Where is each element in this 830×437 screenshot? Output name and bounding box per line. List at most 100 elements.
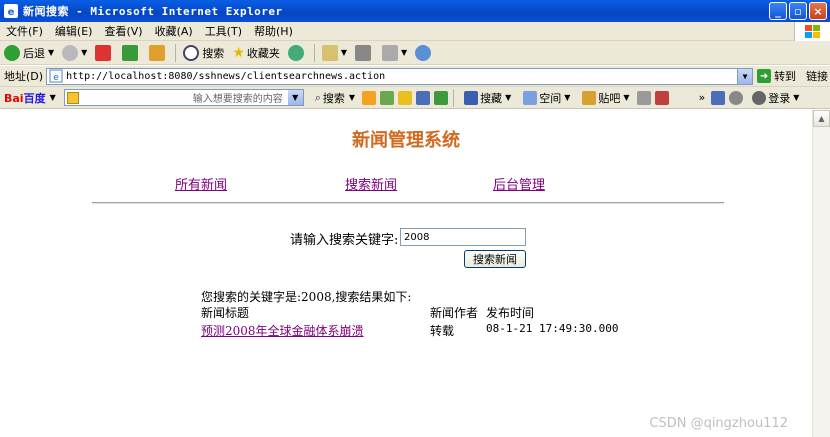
messenger-icon: [415, 44, 432, 61]
ie-logo-icon: e: [4, 4, 18, 18]
divider: [92, 202, 724, 204]
go-button[interactable]: ➜ 转到: [757, 68, 796, 84]
menu-bar: 文件(F) 编辑(E) 查看(V) 收藏(A) 工具(T) 帮助(H): [0, 22, 830, 41]
search-button[interactable]: 搜索: [179, 44, 228, 61]
search-news-button[interactable]: 搜索新闻: [464, 250, 526, 268]
mail-icon: [321, 44, 338, 61]
news-title-link[interactable]: 预测2008年全球金融体系崩溃: [201, 322, 364, 339]
page-icon: e: [49, 69, 63, 83]
tieba-icon: [582, 90, 597, 105]
media-button[interactable]: [284, 44, 311, 61]
windows-flag-icon: [794, 22, 830, 41]
page-content: 新闻管理系统 所有新闻 搜索新闻 后台管理 请输入搜索关键字: 搜索新闻 您搜索…: [0, 110, 812, 437]
column-header-author: 新闻作者: [430, 306, 479, 320]
baidu-bookmark-button[interactable]: 搜藏 ▼: [457, 90, 516, 106]
menu-help[interactable]: 帮助(H): [248, 23, 299, 39]
back-arrow-icon: [4, 44, 20, 61]
chevron-more-icon[interactable]: »: [699, 91, 706, 104]
messenger-button[interactable]: [411, 44, 438, 61]
search-keyword-input[interactable]: [400, 228, 526, 246]
baidu-menu-dropdown-icon[interactable]: ▼: [50, 93, 56, 102]
watermark: CSDN @qingzhou112: [649, 416, 788, 431]
menu-tools[interactable]: 工具(T): [199, 23, 248, 39]
baidu-search-placeholder: 输入想要搜索的内容: [192, 94, 283, 105]
svg-text:e: e: [8, 7, 15, 18]
search-label: 搜索: [202, 46, 225, 60]
menu-file[interactable]: 文件(F): [0, 23, 49, 39]
baidu-login-button[interactable]: 登录 ▼: [745, 90, 804, 106]
refresh-button[interactable]: [118, 44, 145, 61]
standard-toolbar: 后退 ▼ ▼ 搜索 ★ 收藏夹 ▼ ▼: [0, 41, 830, 65]
result-summary: 您搜索的关键字是:2008,搜索结果如下:: [201, 290, 412, 304]
address-url: http://localhost:8080/sshnews/clientsear…: [66, 70, 386, 82]
menu-favorites[interactable]: 收藏(A): [149, 23, 199, 39]
address-bar: 地址(D) e http://localhost:8080/sshnews/cl…: [0, 66, 830, 87]
edit-button[interactable]: ▼: [378, 44, 411, 61]
forward-arrow-icon: [62, 44, 79, 61]
title-bar: e 新闻搜索 - Microsoft Internet Explorer _ ▫…: [0, 0, 830, 22]
baidu-search-input[interactable]: 输入想要搜索的内容 ▼: [63, 89, 304, 106]
printer-icon: [355, 44, 372, 61]
toolbar-icon-7[interactable]: [654, 90, 669, 105]
go-arrow-icon: ➜: [757, 69, 772, 83]
home-button[interactable]: [145, 44, 172, 61]
toolbar-icon-6[interactable]: [636, 90, 651, 105]
address-input[interactable]: e http://localhost:8080/sshnews/clientse…: [46, 67, 754, 85]
baidu-search-type-icon: [66, 91, 79, 104]
scroll-up-icon[interactable]: ▲: [813, 110, 830, 127]
forward-button[interactable]: ▼: [58, 44, 91, 61]
news-author: 转载: [430, 324, 455, 338]
toolbar-icon-8[interactable]: [711, 90, 726, 105]
minimize-button[interactable]: _: [769, 2, 787, 20]
toolbar-icon-5[interactable]: [434, 90, 449, 105]
baidu-tieba-button[interactable]: 贴吧 ▼: [575, 90, 634, 106]
toolbar-icon-3[interactable]: [398, 90, 413, 105]
go-label: 转到: [774, 70, 797, 83]
maximize-button[interactable]: ▫: [789, 2, 807, 20]
nav-admin[interactable]: 后台管理: [493, 174, 545, 193]
baidu-toolbar: Bai百度 ▼ 输入想要搜索的内容 ▼ ⌕ 搜索 ▼ 搜藏 ▼ 空间 ▼ 贴吧 ▼ »…: [0, 87, 830, 109]
menu-view[interactable]: 查看(V): [98, 23, 148, 39]
baidu-space-button[interactable]: 空间 ▼: [516, 90, 575, 106]
back-button[interactable]: 后退 ▼: [0, 44, 58, 61]
nav-all-news[interactable]: 所有新闻: [175, 174, 227, 193]
print-button[interactable]: [351, 44, 378, 61]
baidu-logo[interactable]: Bai百度: [0, 90, 46, 106]
stop-button[interactable]: [91, 44, 118, 61]
news-publish-time: 08-1-21 17:49:30.000: [486, 322, 619, 335]
stop-icon: [95, 44, 112, 61]
column-header-time: 发布时间: [486, 306, 535, 320]
favorites-button[interactable]: ★ 收藏夹: [228, 45, 284, 61]
nav-search-news[interactable]: 搜索新闻: [345, 174, 397, 193]
address-label: 地址(D): [4, 70, 44, 83]
magnifier-icon: ⌕: [314, 90, 321, 104]
edit-icon: [382, 44, 399, 61]
column-header-title: 新闻标题: [201, 306, 250, 320]
refresh-icon: [122, 44, 139, 61]
svg-text:e: e: [53, 73, 59, 83]
vertical-scrollbar[interactable]: ▲: [812, 110, 830, 437]
star-icon: ★: [232, 44, 245, 61]
page-title: 新闻管理系统: [352, 130, 460, 151]
search-keyword-label: 请输入搜索关键字:: [290, 233, 399, 248]
mail-button[interactable]: ▼: [318, 44, 351, 61]
window-title: 新闻搜索 - Microsoft Internet Explorer: [23, 5, 283, 18]
menu-edit[interactable]: 编辑(E): [49, 23, 99, 39]
favorites-label: 收藏夹: [246, 46, 280, 60]
toolbar-icon-1[interactable]: [362, 90, 377, 105]
address-dropdown-icon[interactable]: ▼: [737, 68, 753, 84]
toolbar-icon-4[interactable]: [416, 90, 431, 105]
back-label: 后退: [23, 46, 45, 60]
magnifier-icon: [183, 44, 200, 61]
baidu-search-dropdown-icon[interactable]: ▼: [287, 90, 303, 105]
gear-icon[interactable]: [729, 90, 744, 105]
links-button[interactable]: 链接: [806, 68, 828, 84]
toolbar-icon-2[interactable]: [380, 90, 395, 105]
media-icon: [287, 44, 304, 61]
home-icon: [149, 44, 166, 61]
user-icon: [752, 90, 767, 105]
close-button[interactable]: ×: [809, 2, 827, 20]
baidu-search-button[interactable]: ⌕ 搜索 ▼: [310, 90, 360, 106]
space-icon: [523, 90, 538, 105]
bookmark-icon: [464, 90, 479, 105]
